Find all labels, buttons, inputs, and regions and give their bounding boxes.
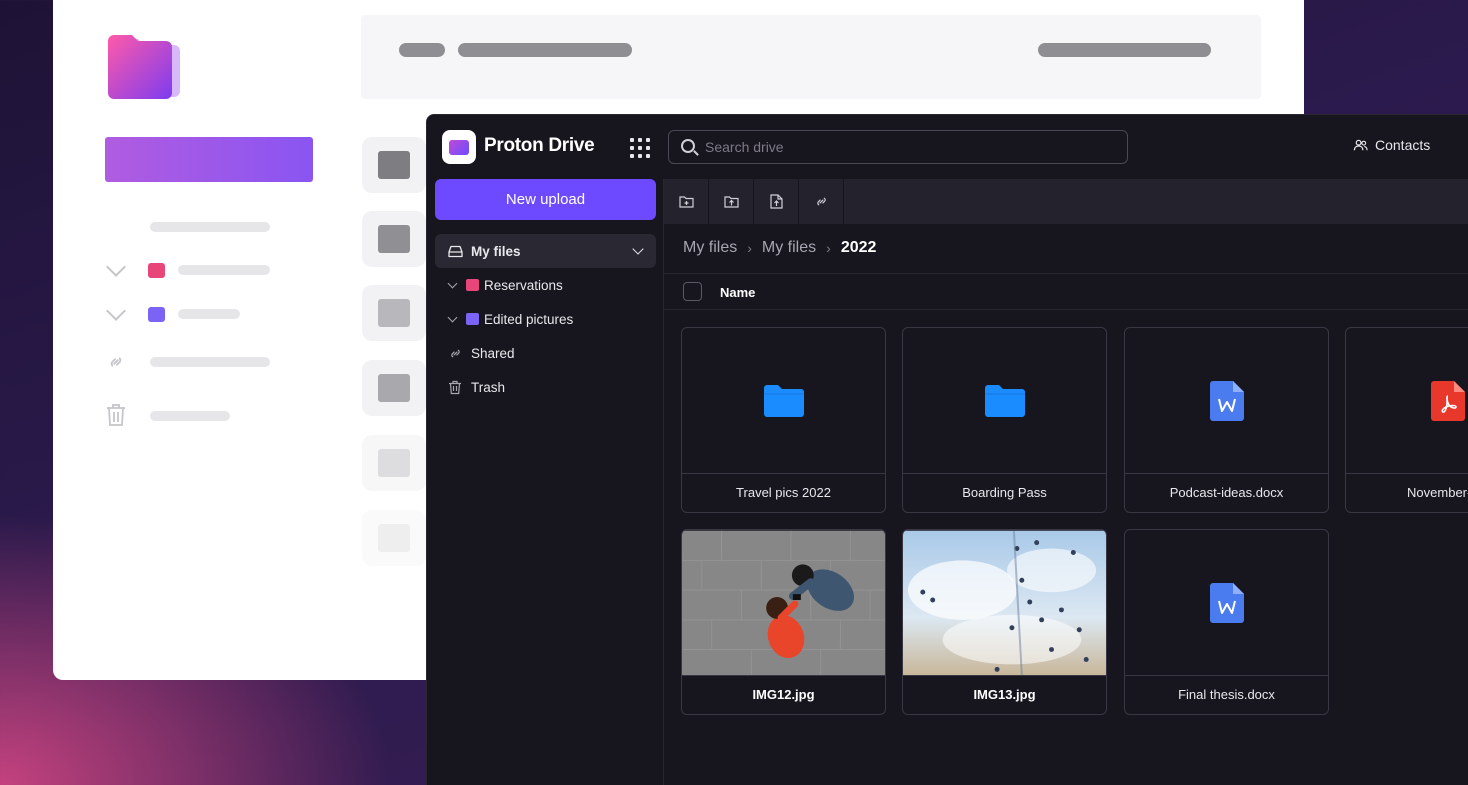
contacts-label: Contacts [1375,137,1431,153]
image-thumbnail [682,530,885,676]
photo-thumbnail [682,530,885,676]
sidebar-item-label: Edited pictures [484,311,574,327]
app-switcher-grid-icon[interactable] [630,138,650,158]
trash-icon [449,380,461,394]
bg-pdf-row [362,360,426,416]
file-thumbnail [1125,328,1328,474]
sidebar-item-label: My files [471,243,521,259]
bg-chevron-icon [106,301,126,321]
bg-upload-bar [105,137,313,182]
upload-file-button[interactable] [754,179,799,224]
file-name: IMG12.jpg [682,675,885,714]
bg-word-row [362,285,426,341]
word-document-icon [1209,583,1244,623]
file-name: November-inv [1346,473,1468,512]
file-card[interactable]: November-inv [1345,327,1468,513]
file-name: Boarding Pass [903,473,1106,512]
drive-logo-icon [108,35,180,99]
select-all-checkbox[interactable] [683,282,702,301]
contacts-icon [1353,139,1368,150]
breadcrumb-item[interactable]: My files [762,239,816,257]
main-content: My files › My files › 2022 Name Travel p… [663,179,1468,785]
pdf-document-icon [1430,381,1465,421]
folder-icon [466,279,479,291]
file-card[interactable]: IMG12.jpg [681,529,886,715]
proton-drive-window: Proton Drive Contacts New upload My file… [426,114,1468,785]
new-folder-icon [678,196,694,208]
upload-folder-icon [723,196,739,208]
photo-thumbnail [903,530,1106,676]
bg-link-icon [110,357,122,367]
file-card[interactable]: Podcast-ideas.docx [1124,327,1329,513]
file-thumbnail [682,328,885,474]
folder-icon [984,385,1025,417]
breadcrumb-item[interactable]: My files [683,239,737,257]
file-card[interactable]: Boarding Pass [902,327,1107,513]
sidebar: New upload My files Reservations Edited … [427,179,663,785]
chevron-down-icon[interactable] [632,243,644,255]
sidebar-item-trash[interactable]: Trash [435,370,656,404]
sidebar-item-my-files[interactable]: My files [435,234,656,268]
contacts-button[interactable]: Contacts [1353,137,1430,153]
chevron-right-icon: › [747,240,752,256]
new-folder-button[interactable] [664,179,709,224]
file-thumbnail [1346,328,1468,474]
share-link-button[interactable] [799,179,844,224]
file-name: IMG13.jpg [903,675,1106,714]
sidebar-item-label: Reservations [484,277,563,293]
bg-skeleton-line [150,357,270,367]
list-header: Name [664,273,1468,310]
link-icon [451,349,460,357]
file-card[interactable]: Travel pics 2022 [681,327,886,513]
bg-topbar [361,15,1261,99]
proton-drive-logo-icon[interactable] [442,130,476,164]
file-name: Travel pics 2022 [682,473,885,512]
folder-icon [763,385,804,417]
breadcrumb: My files › My files › 2022 [683,239,876,257]
brand-name: Proton Drive [484,135,595,156]
bg-trash-icon [107,404,125,426]
share-link-icon [816,197,826,206]
bg-folder-row [362,435,426,491]
chevron-down-icon[interactable] [447,278,458,288]
sidebar-item-label: Shared [471,345,515,361]
chevron-down-icon[interactable] [447,312,458,322]
drive-icon [448,245,463,257]
file-name: Final thesis.docx [1125,675,1328,714]
name-column-header[interactable]: Name [720,285,755,300]
bg-folder-row [362,137,426,193]
folder-icon [466,313,479,325]
bg-skeleton-line [150,222,270,232]
search-box[interactable] [668,130,1128,164]
file-thumbnail [1125,530,1328,676]
file-name: Podcast-ideas.docx [1125,473,1328,512]
bg-chevron-icon [106,257,126,277]
new-upload-button[interactable]: New upload [435,179,656,220]
sidebar-item-edited-pictures[interactable]: Edited pictures [435,302,656,336]
bg-folder-icon [148,263,165,278]
sidebar-item-label: Trash [471,379,506,395]
word-document-icon [1209,381,1244,421]
breadcrumb-current: 2022 [840,239,877,256]
sidebar-item-reservations[interactable]: Reservations [435,268,656,302]
file-card[interactable]: IMG13.jpg [902,529,1107,715]
image-thumbnail [903,530,1106,676]
top-bar: Proton Drive Contacts [427,115,1468,179]
chevron-right-icon: › [826,240,831,256]
search-input[interactable] [705,135,1105,159]
bg-folder-row [362,211,426,267]
file-thumbnail [903,328,1106,474]
upload-folder-button[interactable] [709,179,754,224]
sidebar-item-shared[interactable]: Shared [435,336,656,370]
search-icon [681,139,695,153]
bg-folder-icon [148,307,165,322]
bg-skeleton-line [150,411,230,421]
file-card[interactable]: Final thesis.docx [1124,529,1329,715]
upload-file-icon [769,194,783,209]
bg-skeleton-line [178,265,270,275]
bg-folder-row [362,510,426,566]
toolbar [664,179,1468,224]
bg-skeleton-line [178,309,240,319]
